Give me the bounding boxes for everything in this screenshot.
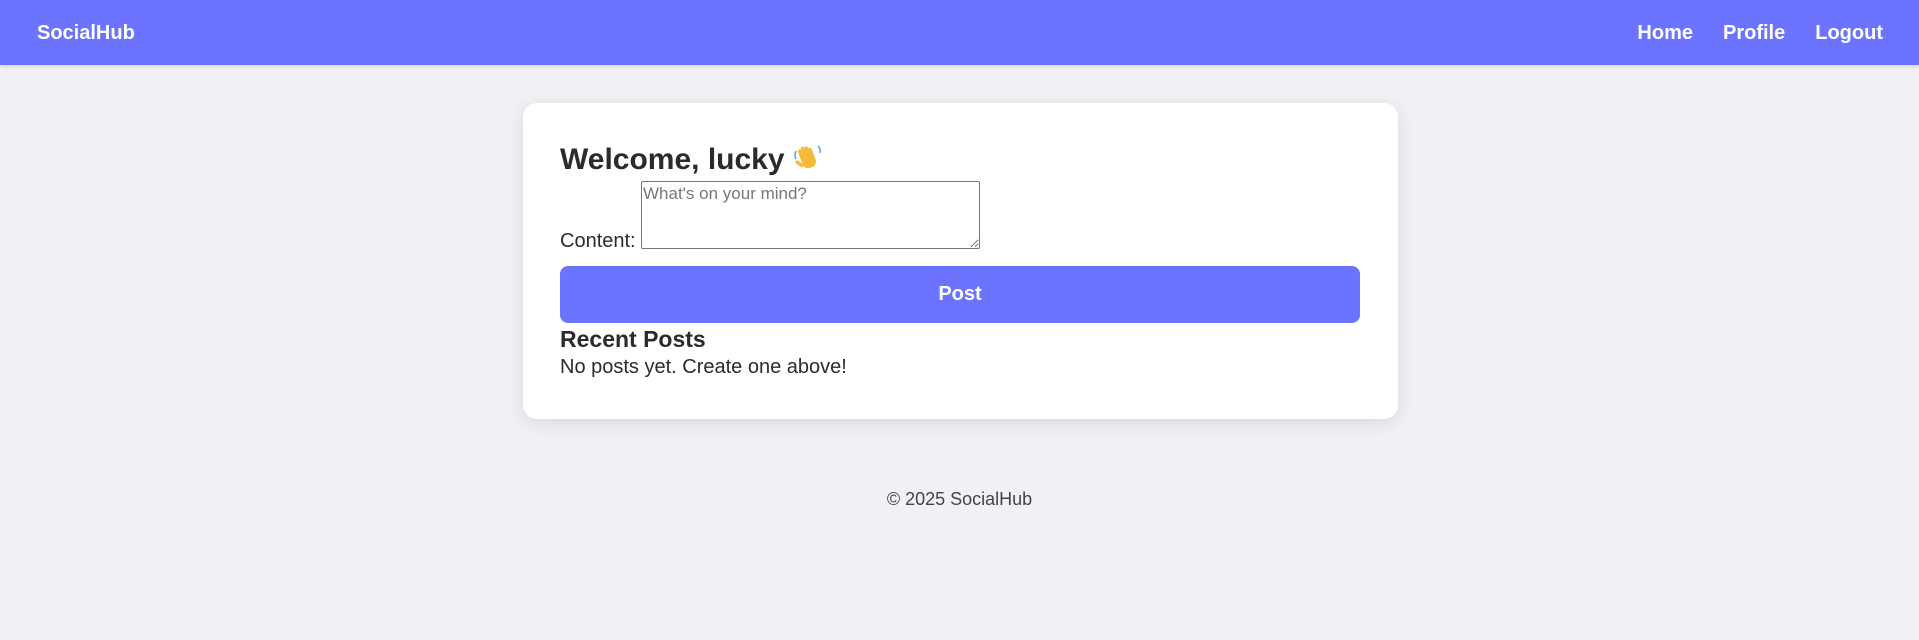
welcome-text: Welcome, lucky	[560, 143, 785, 176]
waving-hand-icon	[793, 143, 823, 173]
welcome-heading: Welcome, lucky	[560, 143, 823, 177]
brand-logo[interactable]: SocialHub	[37, 22, 135, 45]
footer-copyright: © 2025 SocialHub	[886, 489, 1033, 509]
nav-logout-link[interactable]: Logout	[1815, 22, 1883, 45]
recent-posts-heading: Recent Posts	[560, 326, 706, 352]
content-label: Content:	[560, 230, 636, 252]
content-textarea[interactable]	[641, 181, 980, 249]
nav-links: Home Profile Logout	[1637, 22, 1883, 45]
post-button[interactable]: Post	[560, 266, 1360, 323]
nav-profile-link[interactable]: Profile	[1723, 22, 1785, 45]
main-card: Welcome, lucky Content: Post Recent Post…	[523, 103, 1398, 419]
nav-home-link[interactable]: Home	[1637, 22, 1693, 45]
empty-posts-message: No posts yet. Create one above!	[560, 356, 847, 378]
top-navbar: SocialHub Home Profile Logout	[0, 0, 1919, 65]
